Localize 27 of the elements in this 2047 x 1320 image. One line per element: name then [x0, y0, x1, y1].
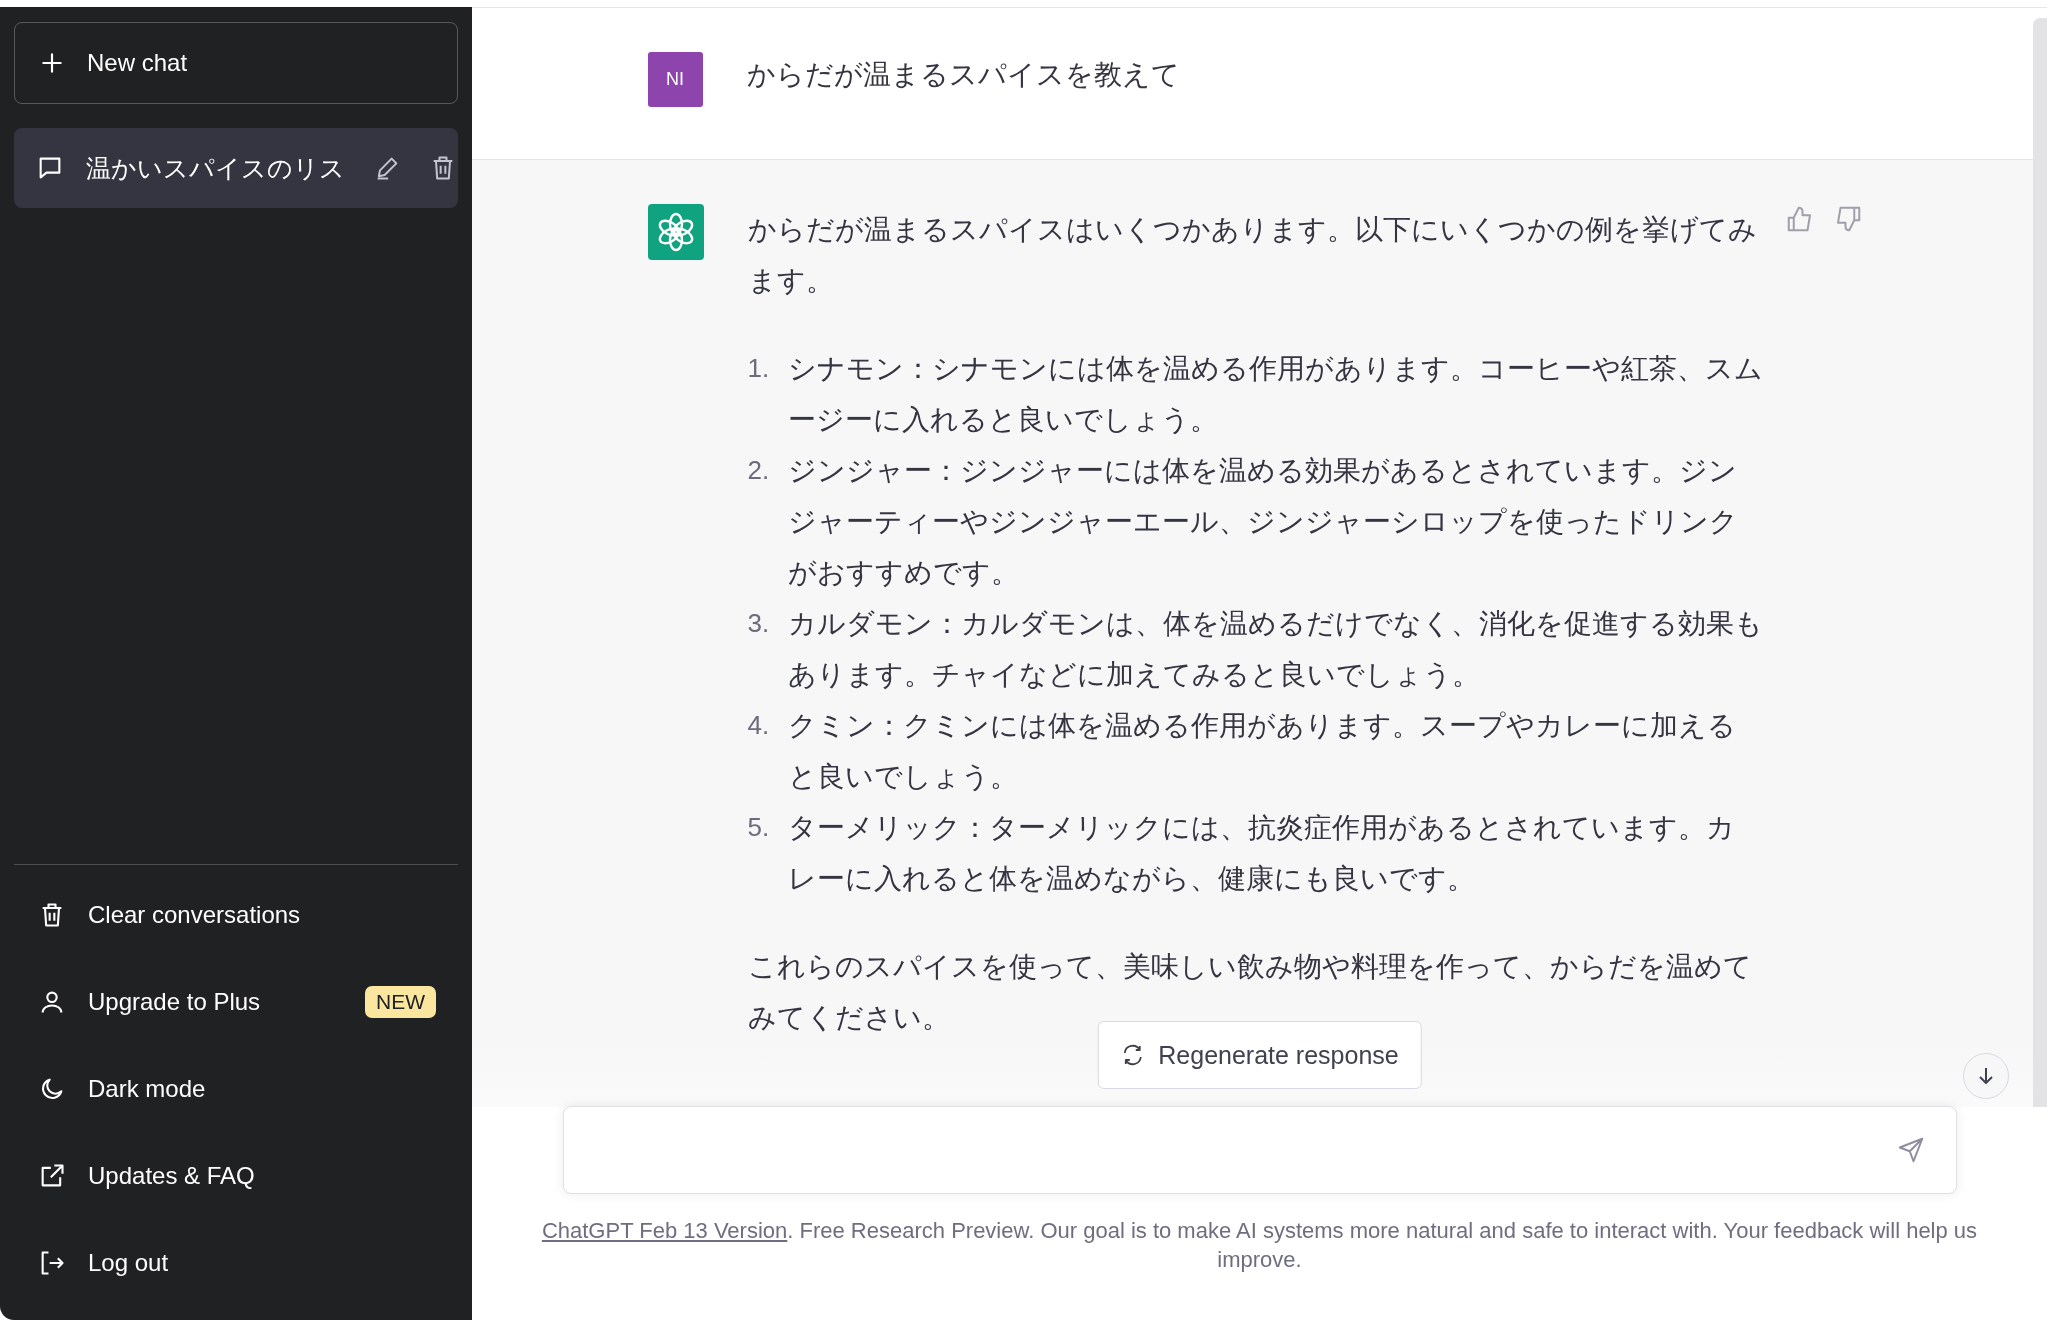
footer-note: ChatGPT Feb 13 Version. Free Research Preview. Our goal is to make AI systems more natural and safe to interact with. Your feedback will help us improve. [540, 1217, 1979, 1274]
sidebar-menu-item[interactable]: Log out [14, 1219, 458, 1306]
assistant-paragraph: からだが温まるスパイスはいくつかあります。以下にいくつかの例を挙げてみます。 [747, 213, 1758, 298]
conversation-item[interactable]: 温かいスパイスのリス [14, 128, 458, 208]
assistant-avatar-icon [647, 204, 704, 260]
list-item-text: クミン：クミンには体を温める作用があります。スープやカレーに加えると良いでしょう。 [787, 709, 1737, 794]
list-item-text: カルダモン：カルダモンは、体を温めるだけでなく、消化を促進する効果もあります。チャイなどに加えてみると良いでしょう。 [787, 607, 1763, 692]
list-number: 4. [747, 709, 771, 742]
version-link[interactable]: ChatGPT Feb 13 Version [541, 1218, 788, 1243]
new-badge: NEW [365, 985, 436, 1018]
list-item-text: ターメリック：ターメリックには、抗炎症作用があるとされています。カレーに入れると体を温めながら、健康にも良いです。 [787, 811, 1736, 896]
list-item-text: シナモン：シナモンには体を温める作用があります。コーヒーや紅茶、スムージーに入れると良いでしょう。 [787, 352, 1763, 437]
list-number: 3. [747, 607, 771, 640]
list-item-text: ジンジャー：ジンジャーには体を温める効果があるとされています。ジンジャーティーやジンジャーエール、ジンジャーシロップを使ったドリンクがおすすめです。 [787, 454, 1739, 590]
message-input-field[interactable] [562, 1106, 1957, 1194]
sidebar-menu-item[interactable]: Upgrade to Plus NEW [14, 958, 458, 1045]
user-avatar: NI [647, 52, 703, 107]
list-number: 5. [747, 811, 771, 844]
sidebar-menu-item[interactable]: Clear conversations [14, 871, 458, 958]
user-message: からだが温まるスパイスを教えて [746, 58, 1181, 92]
regenerate-button[interactable]: Regenerate response [1097, 1021, 1422, 1089]
new-chat-button[interactable]: New chat [14, 22, 458, 104]
list-number: 1. [747, 352, 771, 385]
sidebar-menu-item[interactable]: Updates & FAQ [14, 1132, 458, 1219]
sidebar-menu-item[interactable]: Dark mode [14, 1045, 458, 1132]
plus-icon [39, 50, 65, 76]
list-number: 2. [747, 454, 771, 487]
